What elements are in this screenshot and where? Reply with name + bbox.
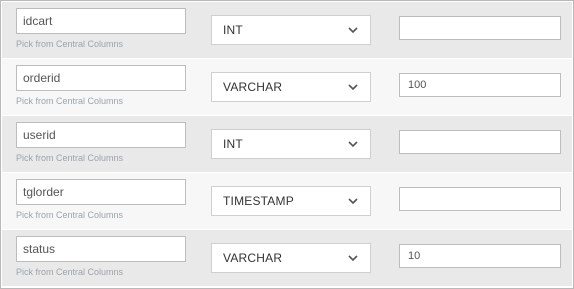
column-type-select[interactable]: INT [211,129,371,159]
column-name-input[interactable]: orderid [16,65,186,91]
column-row: idcart Pick from Central Columns INT [2,2,572,58]
column-type-value: VARCHAR [223,80,283,94]
pick-central-columns-link[interactable]: Pick from Central Columns [16,153,186,163]
column-length-input[interactable]: 100 [399,73,561,97]
column-length-input[interactable] [399,187,561,211]
column-name-input[interactable]: status [16,236,186,262]
column-name-cell: userid Pick from Central Columns [16,122,186,163]
chevron-down-icon [348,27,358,34]
column-length-input[interactable] [399,16,561,40]
column-name-cell: orderid Pick from Central Columns [16,65,186,106]
column-type-value: VARCHAR [223,251,283,265]
chevron-down-icon [348,84,358,91]
pick-central-columns-link[interactable]: Pick from Central Columns [16,96,186,106]
pick-central-columns-link[interactable]: Pick from Central Columns [16,210,186,220]
column-name-cell: tglorder Pick from Central Columns [16,179,186,220]
column-name-input[interactable]: userid [16,122,186,148]
column-row: status Pick from Central Columns VARCHAR… [2,230,572,286]
chevron-down-icon [348,198,358,205]
column-name-input[interactable]: tglorder [16,179,186,205]
column-length-input[interactable] [399,130,561,154]
column-name-cell: status Pick from Central Columns [16,236,186,277]
column-type-value: INT [223,137,243,151]
pick-central-columns-link[interactable]: Pick from Central Columns [16,39,186,49]
column-row: userid Pick from Central Columns INT [2,116,572,172]
column-row: tglorder Pick from Central Columns TIMES… [2,173,572,229]
chevron-down-icon [348,141,358,148]
column-name-cell: idcart Pick from Central Columns [16,8,186,49]
column-type-select[interactable]: VARCHAR [211,72,371,102]
column-length-input[interactable]: 10 [399,244,561,268]
column-row: orderid Pick from Central Columns VARCHA… [2,59,572,115]
column-definition-table: idcart Pick from Central Columns INT ord… [0,0,574,289]
chevron-down-icon [348,255,358,262]
column-type-select[interactable]: TIMESTAMP [211,186,371,216]
column-type-value: TIMESTAMP [223,194,294,208]
column-type-select[interactable]: INT [211,15,371,45]
pick-central-columns-link[interactable]: Pick from Central Columns [16,267,186,277]
column-type-value: INT [223,23,243,37]
column-name-input[interactable]: idcart [16,8,186,34]
column-type-select[interactable]: VARCHAR [211,243,371,273]
